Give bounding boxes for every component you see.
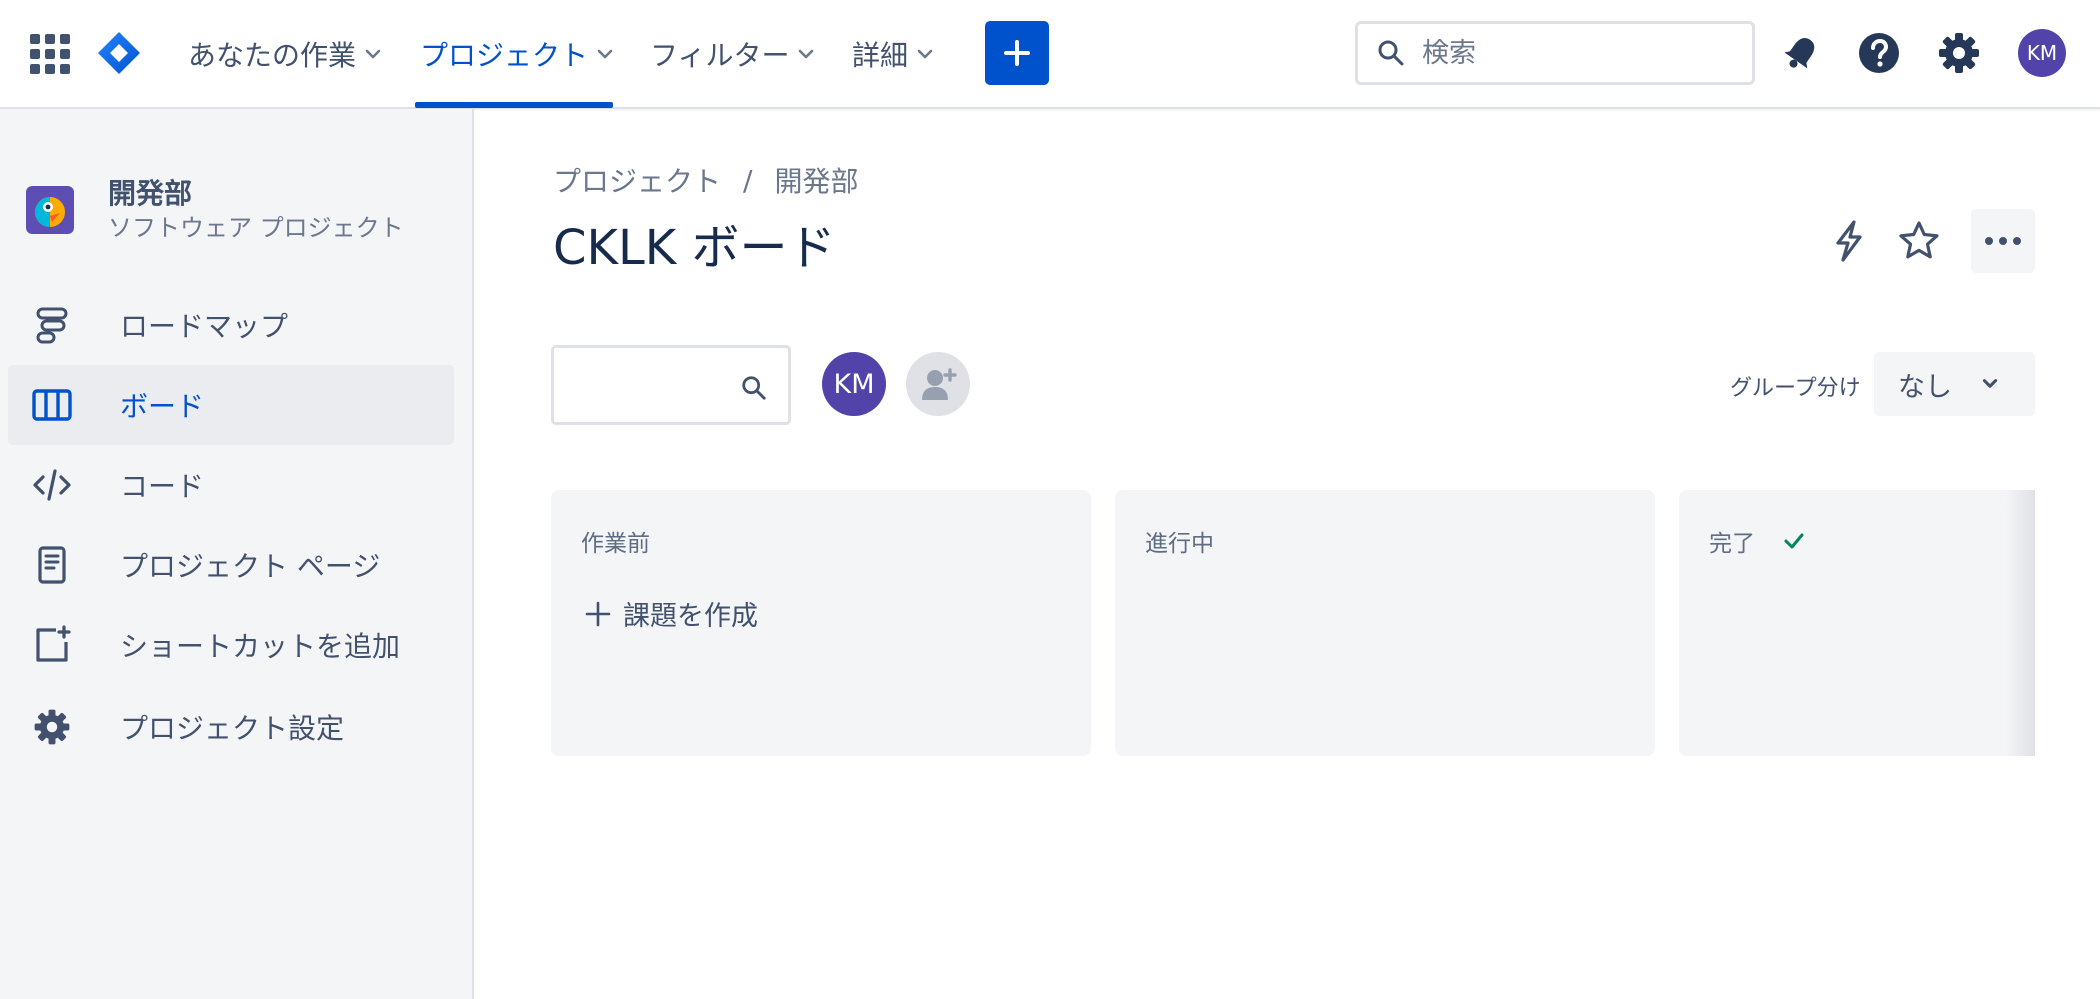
board-column-done: 完了 [1679, 490, 2035, 756]
help-icon[interactable] [1856, 30, 1902, 76]
user-avatar[interactable]: KM [2018, 29, 2066, 77]
scroll-fade-edge [2005, 490, 2035, 756]
sidebar-item-project-pages[interactable]: プロジェクト ページ [8, 525, 454, 605]
sidebar-item-label: ロードマップ [120, 310, 289, 343]
more-actions-button[interactable] [1971, 209, 2035, 273]
column-title-text: 作業前 [581, 531, 650, 557]
group-by-select[interactable]: なし [1874, 352, 2035, 416]
board-search-input[interactable] [551, 345, 791, 425]
chevron-down-icon [365, 49, 381, 58]
breadcrumb-separator: / [743, 163, 753, 197]
nav-projects-label: プロジェクト [420, 38, 589, 72]
column-title: 進行中 [1145, 524, 1214, 558]
nav-your-work-label: あなたの作業 [188, 38, 357, 72]
add-people-button[interactable] [906, 352, 970, 416]
chevron-down-icon [1982, 379, 1998, 388]
check-icon [1784, 533, 1804, 549]
sidebar-item-project-settings[interactable]: プロジェクト設定 [8, 687, 454, 767]
project-header[interactable]: 開発部 ソフトウェア プロジェクト [26, 176, 404, 244]
column-title: 作業前 [581, 524, 650, 558]
user-initials: KM [2026, 41, 2058, 65]
group-by-value: なし [1898, 371, 1952, 403]
breadcrumb: プロジェクト / 開発部 [553, 160, 858, 200]
ellipsis-icon [1985, 237, 2021, 245]
star-icon[interactable] [1896, 218, 1942, 264]
breadcrumb-project[interactable]: 開発部 [774, 160, 858, 200]
sidebar-item-label: ショートカットを追加 [120, 630, 401, 663]
column-title-text: 進行中 [1145, 531, 1214, 557]
active-nav-indicator [415, 102, 613, 108]
project-sidebar: 開発部 ソフトウェア プロジェクト ロードマップ ボード コード プロジェクト … [0, 109, 474, 999]
project-avatar [26, 186, 74, 234]
sidebar-item-label: ボード [120, 390, 205, 423]
gear-icon[interactable] [1936, 30, 1982, 76]
assignee-avatar-filter[interactable]: KM [822, 352, 886, 416]
page-icon [38, 546, 66, 584]
board-column-in-progress: 進行中 [1115, 490, 1655, 756]
plus-icon [585, 601, 611, 626]
board-columns: 作業前 課題を作成 進行中 完了 [551, 490, 2035, 756]
plus-icon [1004, 40, 1030, 66]
project-type: ソフトウェア プロジェクト [108, 214, 404, 242]
add-person-icon [922, 368, 957, 400]
global-search[interactable] [1355, 21, 1755, 85]
nav-your-work[interactable]: あなたの作業 [188, 0, 382, 107]
create-issue-label: 課題を作成 [623, 601, 758, 632]
bell-icon[interactable] [1778, 30, 1824, 76]
group-by-label: グループ分け [1730, 376, 1861, 401]
create-button[interactable] [985, 21, 1049, 85]
nav-filters[interactable]: フィルター [650, 0, 815, 107]
board-column-todo: 作業前 課題を作成 [551, 490, 1091, 756]
top-navigation: あなたの作業 プロジェクト フィルター 詳細 検索 KM [0, 0, 2100, 109]
app-grid-icon[interactable] [30, 34, 70, 74]
add-shortcut-icon [36, 625, 71, 662]
code-icon [33, 469, 71, 501]
sidebar-item-label: コード [120, 470, 205, 503]
nav-projects[interactable]: プロジェクト [420, 0, 614, 107]
gear-icon [34, 709, 70, 745]
sidebar-item-code[interactable]: コード [8, 445, 454, 525]
create-issue-button[interactable]: 課題を作成 [585, 594, 758, 633]
sidebar-item-add-shortcut[interactable]: ショートカットを追加 [8, 605, 454, 685]
column-title: 完了 [1709, 524, 1805, 558]
nav-more-label: 詳細 [852, 38, 909, 72]
chevron-down-icon [799, 49, 814, 58]
sidebar-item-label: プロジェクト ページ [120, 550, 381, 583]
column-title-text: 完了 [1709, 531, 1755, 557]
project-name: 開発部 [108, 177, 193, 210]
nav-filters-label: フィルター [650, 38, 790, 72]
board-icon [32, 389, 72, 421]
search-icon [1378, 40, 1404, 66]
page-title: CKLK ボード [553, 220, 836, 276]
sidebar-item-board[interactable]: ボード [8, 365, 454, 445]
chevron-down-icon [597, 49, 613, 58]
jira-logo-icon[interactable] [96, 30, 142, 76]
search-icon [742, 376, 766, 400]
sidebar-item-roadmap[interactable]: ロードマップ [8, 285, 454, 365]
breadcrumb-projects[interactable]: プロジェクト [553, 160, 721, 200]
nav-more[interactable]: 詳細 [852, 0, 934, 107]
automation-bolt-icon[interactable] [1826, 218, 1872, 264]
chevron-down-icon [917, 49, 933, 58]
global-search-input[interactable] [1420, 36, 1720, 70]
roadmap-icon [36, 307, 68, 344]
assignee-initials: KM [833, 368, 875, 400]
sidebar-item-label: プロジェクト設定 [120, 712, 345, 745]
